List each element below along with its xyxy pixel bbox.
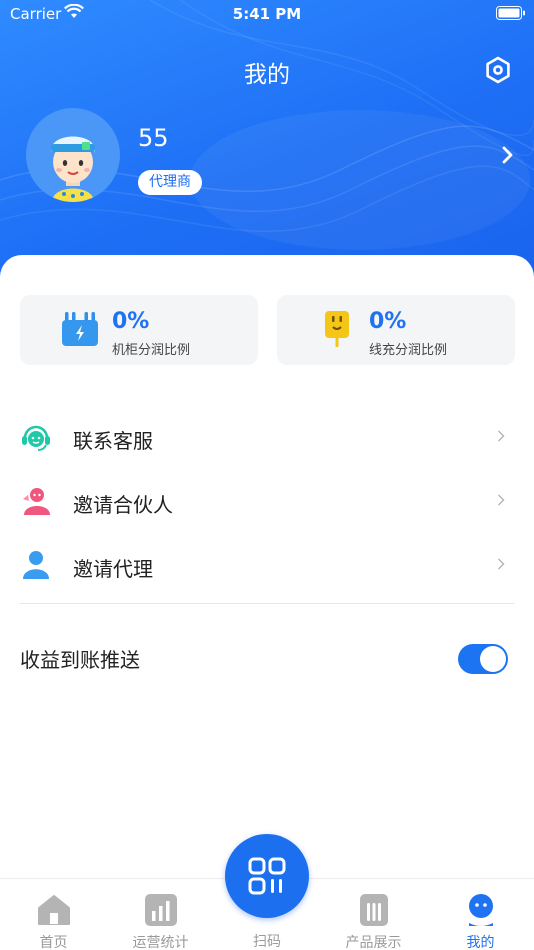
tab-label: 运营统计 [132, 935, 189, 950]
tab-label: 首页 [39, 935, 68, 950]
home-icon [37, 895, 70, 925]
chevron-right-icon [497, 494, 505, 506]
push-setting-row: 收益到账推送 [0, 630, 534, 686]
tab-products[interactable]: 产品展示 [320, 879, 427, 950]
charging-plug-icon [325, 311, 349, 347]
agent-icon [23, 551, 49, 579]
status-bar: Carrier 5:41 PM [0, 0, 534, 28]
tab-stats[interactable]: 运营统计 [107, 879, 214, 950]
tab-label: 产品展示 [345, 935, 402, 950]
cabinet-battery-icon [62, 312, 98, 346]
partner-icon [23, 488, 50, 515]
chevron-right-icon [497, 430, 505, 442]
push-setting-label: 收益到账推送 [20, 648, 140, 672]
tab-mine[interactable]: 我的 [427, 879, 534, 950]
battery-icon [496, 6, 525, 20]
scan-icon [248, 857, 286, 895]
scan-label: 扫码 [253, 934, 281, 950]
menu-item-label: 联系客服 [73, 429, 153, 453]
page-title: 我的 [244, 62, 290, 88]
menu-item-customer-service[interactable]: 联系客服 [0, 405, 534, 469]
status-time: 5:41 PM [232, 5, 302, 23]
content-panel: 0% 机柜分润比例 0% 线充分润比例 联系客服 邀请合伙人 邀请代理 收益到账… [0, 255, 534, 880]
tab-home[interactable]: 首页 [0, 879, 107, 950]
profile-header: Carrier 5:41 PM 我的 55 代理商 [0, 0, 534, 290]
scan-button[interactable] [225, 834, 309, 918]
chevron-right-icon[interactable] [500, 146, 516, 164]
bar-chart-icon [144, 894, 177, 926]
menu-item-label: 邀请合伙人 [73, 493, 173, 517]
cable-share-value: 0% [369, 309, 407, 334]
cable-share-label: 线充分润比例 [369, 343, 448, 358]
menu-item-invite-partner[interactable]: 邀请合伙人 [0, 469, 534, 533]
menu-item-label: 邀请代理 [73, 557, 153, 581]
stat-card-cabinet[interactable]: 0% 机柜分润比例 [20, 295, 258, 365]
menu-item-invite-agent[interactable]: 邀请代理 [0, 533, 534, 597]
tab-label: 我的 [466, 935, 495, 950]
cabinet-share-value: 0% [112, 309, 150, 334]
profile-icon [468, 894, 493, 926]
avatar-illustration [51, 136, 95, 202]
settings-icon[interactable] [484, 56, 512, 84]
product-icon [359, 894, 388, 926]
avatar[interactable] [26, 108, 120, 202]
push-setting-toggle[interactable] [458, 644, 508, 674]
stat-card-cable[interactable]: 0% 线充分润比例 [277, 295, 515, 365]
toggle-knob [480, 646, 506, 672]
divider [20, 603, 514, 604]
role-badge: 代理商 [138, 170, 202, 195]
profile-name: 55 [138, 124, 169, 152]
cabinet-share-label: 机柜分润比例 [112, 343, 191, 358]
customer-service-icon [22, 425, 50, 451]
chevron-right-icon [497, 558, 505, 570]
